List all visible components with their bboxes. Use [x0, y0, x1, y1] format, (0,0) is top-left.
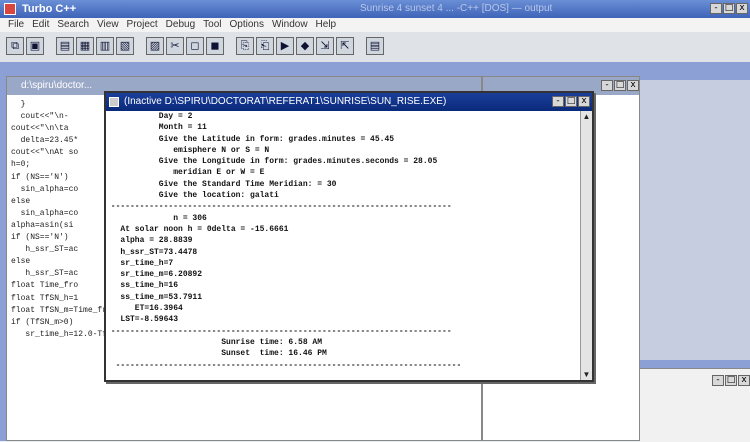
output-line: meridian E or W = E [106, 168, 265, 178]
menu-item-2[interactable]: Search [57, 18, 89, 32]
toolbar-button-icon-11[interactable]: ⎗ [256, 37, 274, 55]
toolbar-button-icon-5[interactable]: ▧ [116, 37, 134, 55]
output-line: Month = 11 [106, 123, 207, 133]
output-line: Give the Longitude in form: grades.minut… [106, 157, 438, 167]
minimized-window[interactable]: - □ x [640, 368, 750, 442]
console-output: Day = 2 Month = 11 Give the Latitude in … [106, 111, 578, 371]
minimized-minimize-button[interactable]: - [712, 375, 724, 386]
secondary-maximize-button[interactable]: □ [614, 80, 626, 91]
scroll-down-icon[interactable]: ▼ [581, 369, 592, 380]
menu-item-0[interactable]: File [8, 18, 24, 32]
console-title-bar[interactable]: (Inactive D:\SPIRU\DOCTORAT\REFERAT1\SUN… [106, 93, 592, 111]
output-line: ET=16.3964 [106, 304, 183, 314]
toolbar-button-icon-14[interactable]: ⇲ [316, 37, 334, 55]
scroll-up-icon[interactable]: ▲ [581, 111, 592, 122]
output-line: sr_time_m=6.20892 [106, 270, 203, 280]
console-maximize-button[interactable]: □ [565, 96, 577, 107]
toolbar-button-icon-3[interactable]: ▦ [76, 37, 94, 55]
app-title: Turbo C++ [22, 3, 77, 15]
app-icon [4, 3, 16, 15]
console-scrollbar[interactable]: ▲ ▼ [580, 111, 592, 380]
toolbar-button-icon-7[interactable]: ✂ [166, 37, 184, 55]
app-close-button[interactable]: x [736, 3, 748, 14]
menu-item-4[interactable]: Project [127, 18, 158, 32]
console-icon [109, 97, 119, 107]
output-line: n = 306 [106, 213, 207, 223]
app-minimize-button[interactable]: - [710, 3, 722, 14]
menu-item-5[interactable]: Debug [166, 18, 195, 32]
toolbar-button-icon-9[interactable]: ◼ [206, 37, 224, 55]
console-minimize-button[interactable]: - [552, 96, 564, 107]
minimized-close-button[interactable]: x [738, 375, 750, 386]
output-line: Sunrise time: 6.58 AM [106, 337, 323, 347]
app-maximize-button[interactable]: □ [723, 3, 735, 14]
output-line: Day = 2 [106, 112, 193, 121]
menu-item-9[interactable]: Help [316, 18, 337, 32]
toolbar-button-icon-16[interactable]: ▤ [366, 37, 384, 55]
menu-item-7[interactable]: Options [230, 18, 264, 32]
output-line: ss_time_m=53.7911 [106, 292, 203, 302]
output-line: Give the location: galati [106, 191, 279, 201]
menu-item-8[interactable]: Window [272, 18, 308, 32]
output-line: ----------------------------------------… [106, 360, 462, 370]
console-title: (Inactive D:\SPIRU\DOCTORAT\REFERAT1\SUN… [124, 96, 447, 107]
output-line: Sunset time: 16.46 PM [106, 349, 327, 359]
menu-item-1[interactable]: Edit [32, 18, 49, 32]
output-line: ----------------------------------------… [106, 326, 452, 336]
output-line: At solar noon h = 0delta = -15.6661 [106, 224, 289, 234]
toolbar-button-icon-15[interactable]: ⇱ [336, 37, 354, 55]
background-window-title: Sunrise 4 sunset 4 ... -C++ [DOS] — outp… [360, 3, 553, 14]
output-line: ----------------------------------------… [106, 202, 452, 212]
toolbar-button-icon-12[interactable]: ▶ [276, 37, 294, 55]
menu-item-6[interactable]: Tool [203, 18, 221, 32]
toolbar: ⧉ ▣ ▤ ▦ ▥ ▧ ▨ ✂ ◻ ◼ ⎘ ⎗ ▶ ◆ ⇲ ⇱ ▤ [0, 32, 750, 63]
console-close-button[interactable]: x [578, 96, 590, 107]
editor-title: d:\spiru\doctor... [21, 80, 93, 91]
output-line: LST=-8.59643 [106, 315, 179, 325]
toolbar-button-icon-13[interactable]: ◆ [296, 37, 314, 55]
toolbar-button-icon-4[interactable]: ▥ [96, 37, 114, 55]
output-line: emisphere N or S = N [106, 145, 270, 155]
toolbar-button-icon-2[interactable]: ▤ [56, 37, 74, 55]
toolbar-button-icon-1[interactable]: ▣ [26, 37, 44, 55]
toolbar-button-icon-10[interactable]: ⎘ [236, 37, 254, 55]
output-line: Give the Latitude in form: grades.minute… [106, 134, 395, 144]
toolbar-button-icon-8[interactable]: ◻ [186, 37, 204, 55]
secondary-window-controls: - □ x [601, 80, 639, 91]
output-line: Give the Standard Time Meridian: = 30 [106, 179, 337, 189]
app-title-bar: Turbo C++ Sunrise 4 sunset 4 ... -C++ [D… [0, 0, 750, 18]
toolbar-button-icon-6[interactable]: ▨ [146, 37, 164, 55]
output-line: sr_time_h=7 [106, 258, 174, 268]
minimized-window-controls: - □ x [712, 375, 750, 386]
output-line: ss_time_h=16 [106, 281, 179, 291]
menu-bar: File Edit Search View Project Debug Tool Option… [0, 18, 750, 32]
console-window-controls: - □ x [552, 96, 590, 107]
console-window[interactable]: (Inactive D:\SPIRU\DOCTORAT\REFERAT1\SUN… [104, 91, 594, 382]
secondary-minimize-button[interactable]: - [601, 80, 613, 91]
menu-item-3[interactable]: View [97, 18, 119, 32]
output-line: h_ssr_ST=73.4478 [106, 247, 198, 257]
output-line: alpha = 28.8839 [106, 236, 193, 246]
app-window-controls: - □ x [710, 3, 748, 14]
secondary-close-button[interactable]: x [627, 80, 639, 91]
toolbar-button-icon-0[interactable]: ⧉ [6, 37, 24, 55]
minimized-maximize-button[interactable]: □ [725, 375, 737, 386]
